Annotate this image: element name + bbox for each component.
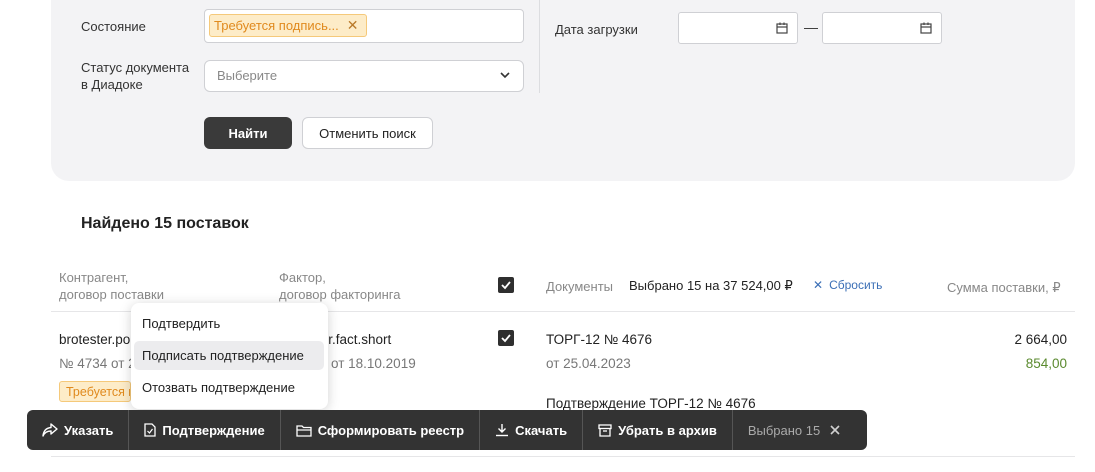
diadoc-status-label: Статус документа в Диадоке: [81, 59, 189, 93]
calendar-icon[interactable]: [776, 22, 788, 34]
download-label: Скачать: [515, 422, 568, 438]
column-counterparty-line2: договор поставки: [59, 287, 164, 302]
row-document-title[interactable]: ТОРГ-12 № 4676: [546, 331, 652, 348]
reset-selection-link[interactable]: ✕ Сбросить: [813, 278, 882, 292]
reset-label: Сбросить: [829, 278, 883, 292]
confirmation-label: Подтверждение: [162, 422, 265, 438]
download-icon: [496, 424, 509, 437]
row-factor-date: от 18.10.2019: [331, 356, 416, 371]
confirmation-context-menu: Подтвердить Подписать подтверждение Отоз…: [131, 303, 328, 409]
row-status-tag: Требуется п: [59, 381, 131, 402]
chevron-down-icon: [500, 72, 510, 79]
diadoc-status-placeholder: Выберите: [217, 68, 278, 83]
form-registry-button[interactable]: Сформировать реестр: [281, 410, 481, 450]
state-label: Состояние: [81, 19, 146, 34]
row-amount-paid: 854,00: [1025, 356, 1067, 371]
close-icon[interactable]: [830, 425, 840, 435]
cancel-search-button[interactable]: Отменить поиск: [302, 117, 433, 149]
document-icon: [144, 423, 157, 437]
select-all-checkbox[interactable]: [498, 277, 514, 293]
date-range-dash: —: [804, 19, 818, 35]
close-icon: ✕: [813, 278, 824, 292]
results-count-title: Найдено 15 поставок: [81, 215, 249, 232]
row-divider: [51, 456, 1075, 457]
find-button[interactable]: Найти: [204, 117, 292, 149]
bulk-action-toolbar: Указать Подтверждение Сформировать реест…: [27, 410, 867, 450]
state-tag-label: Требуется подпись...: [214, 18, 339, 33]
folder-icon: [296, 424, 312, 437]
column-amount: Сумма поставки, ₽: [947, 280, 1061, 295]
specify-button[interactable]: Указать: [27, 410, 130, 450]
diadoc-label-line1: Статус документа: [81, 60, 190, 75]
download-button[interactable]: Скачать: [480, 410, 584, 450]
page: Состояние Требуется подпись... ✕ Статус …: [0, 0, 1095, 472]
row-checkbox[interactable]: [498, 330, 514, 346]
state-tag-remove-icon[interactable]: ✕: [347, 17, 359, 34]
share-icon: [42, 423, 58, 437]
row-document-date: от 25.04.2023: [546, 356, 631, 371]
form-registry-label: Сформировать реестр: [317, 422, 465, 438]
state-select[interactable]: Требуется подпись... ✕: [204, 9, 524, 43]
menu-item-confirm[interactable]: Подтвердить: [134, 309, 324, 338]
row-counterparty[interactable]: brotester.po: [59, 331, 130, 348]
archive-button[interactable]: Убрать в архив: [583, 410, 733, 450]
calendar-icon[interactable]: [920, 22, 932, 34]
row-factor: ter.fact.short: [317, 332, 392, 347]
row-contract: № 4734 от 2: [59, 356, 136, 371]
column-factor-line1: Фактор,: [279, 270, 326, 285]
checkmark-icon: [501, 281, 511, 290]
column-factor-line2: договор факторинга: [279, 287, 401, 302]
selected-count: Выбрано 15: [733, 410, 855, 450]
menu-item-sign-confirmation[interactable]: Подписать подтверждение: [134, 341, 324, 370]
column-counterparty: Контрагент, договор поставки: [59, 269, 164, 303]
specify-label: Указать: [64, 422, 114, 438]
filter-divider: [539, 0, 540, 93]
row-amount: 2 664,00: [1014, 332, 1067, 347]
checkmark-icon: [501, 334, 511, 343]
selected-summary: Выбрано 15 на 37 524,00 ₽: [629, 278, 793, 293]
date-to-input[interactable]: [822, 12, 942, 44]
menu-item-revoke-confirmation[interactable]: Отозвать подтверждение: [134, 373, 324, 402]
selected-count-label: Выбрано 15: [747, 422, 821, 438]
column-counterparty-line1: Контрагент,: [59, 270, 129, 285]
column-factor: Фактор, договор факторинга: [279, 269, 401, 303]
column-documents: Документы: [546, 279, 614, 294]
confirmation-button[interactable]: Подтверждение: [129, 410, 281, 450]
diadoc-status-select[interactable]: Выберите: [204, 60, 524, 92]
archive-icon: [598, 423, 612, 437]
upload-date-label: Дата загрузки: [555, 22, 638, 37]
archive-label: Убрать в архив: [618, 422, 717, 438]
state-tag: Требуется подпись... ✕: [209, 14, 367, 37]
diadoc-label-line2: в Диадоке: [81, 77, 143, 92]
date-from-input[interactable]: [678, 12, 798, 44]
